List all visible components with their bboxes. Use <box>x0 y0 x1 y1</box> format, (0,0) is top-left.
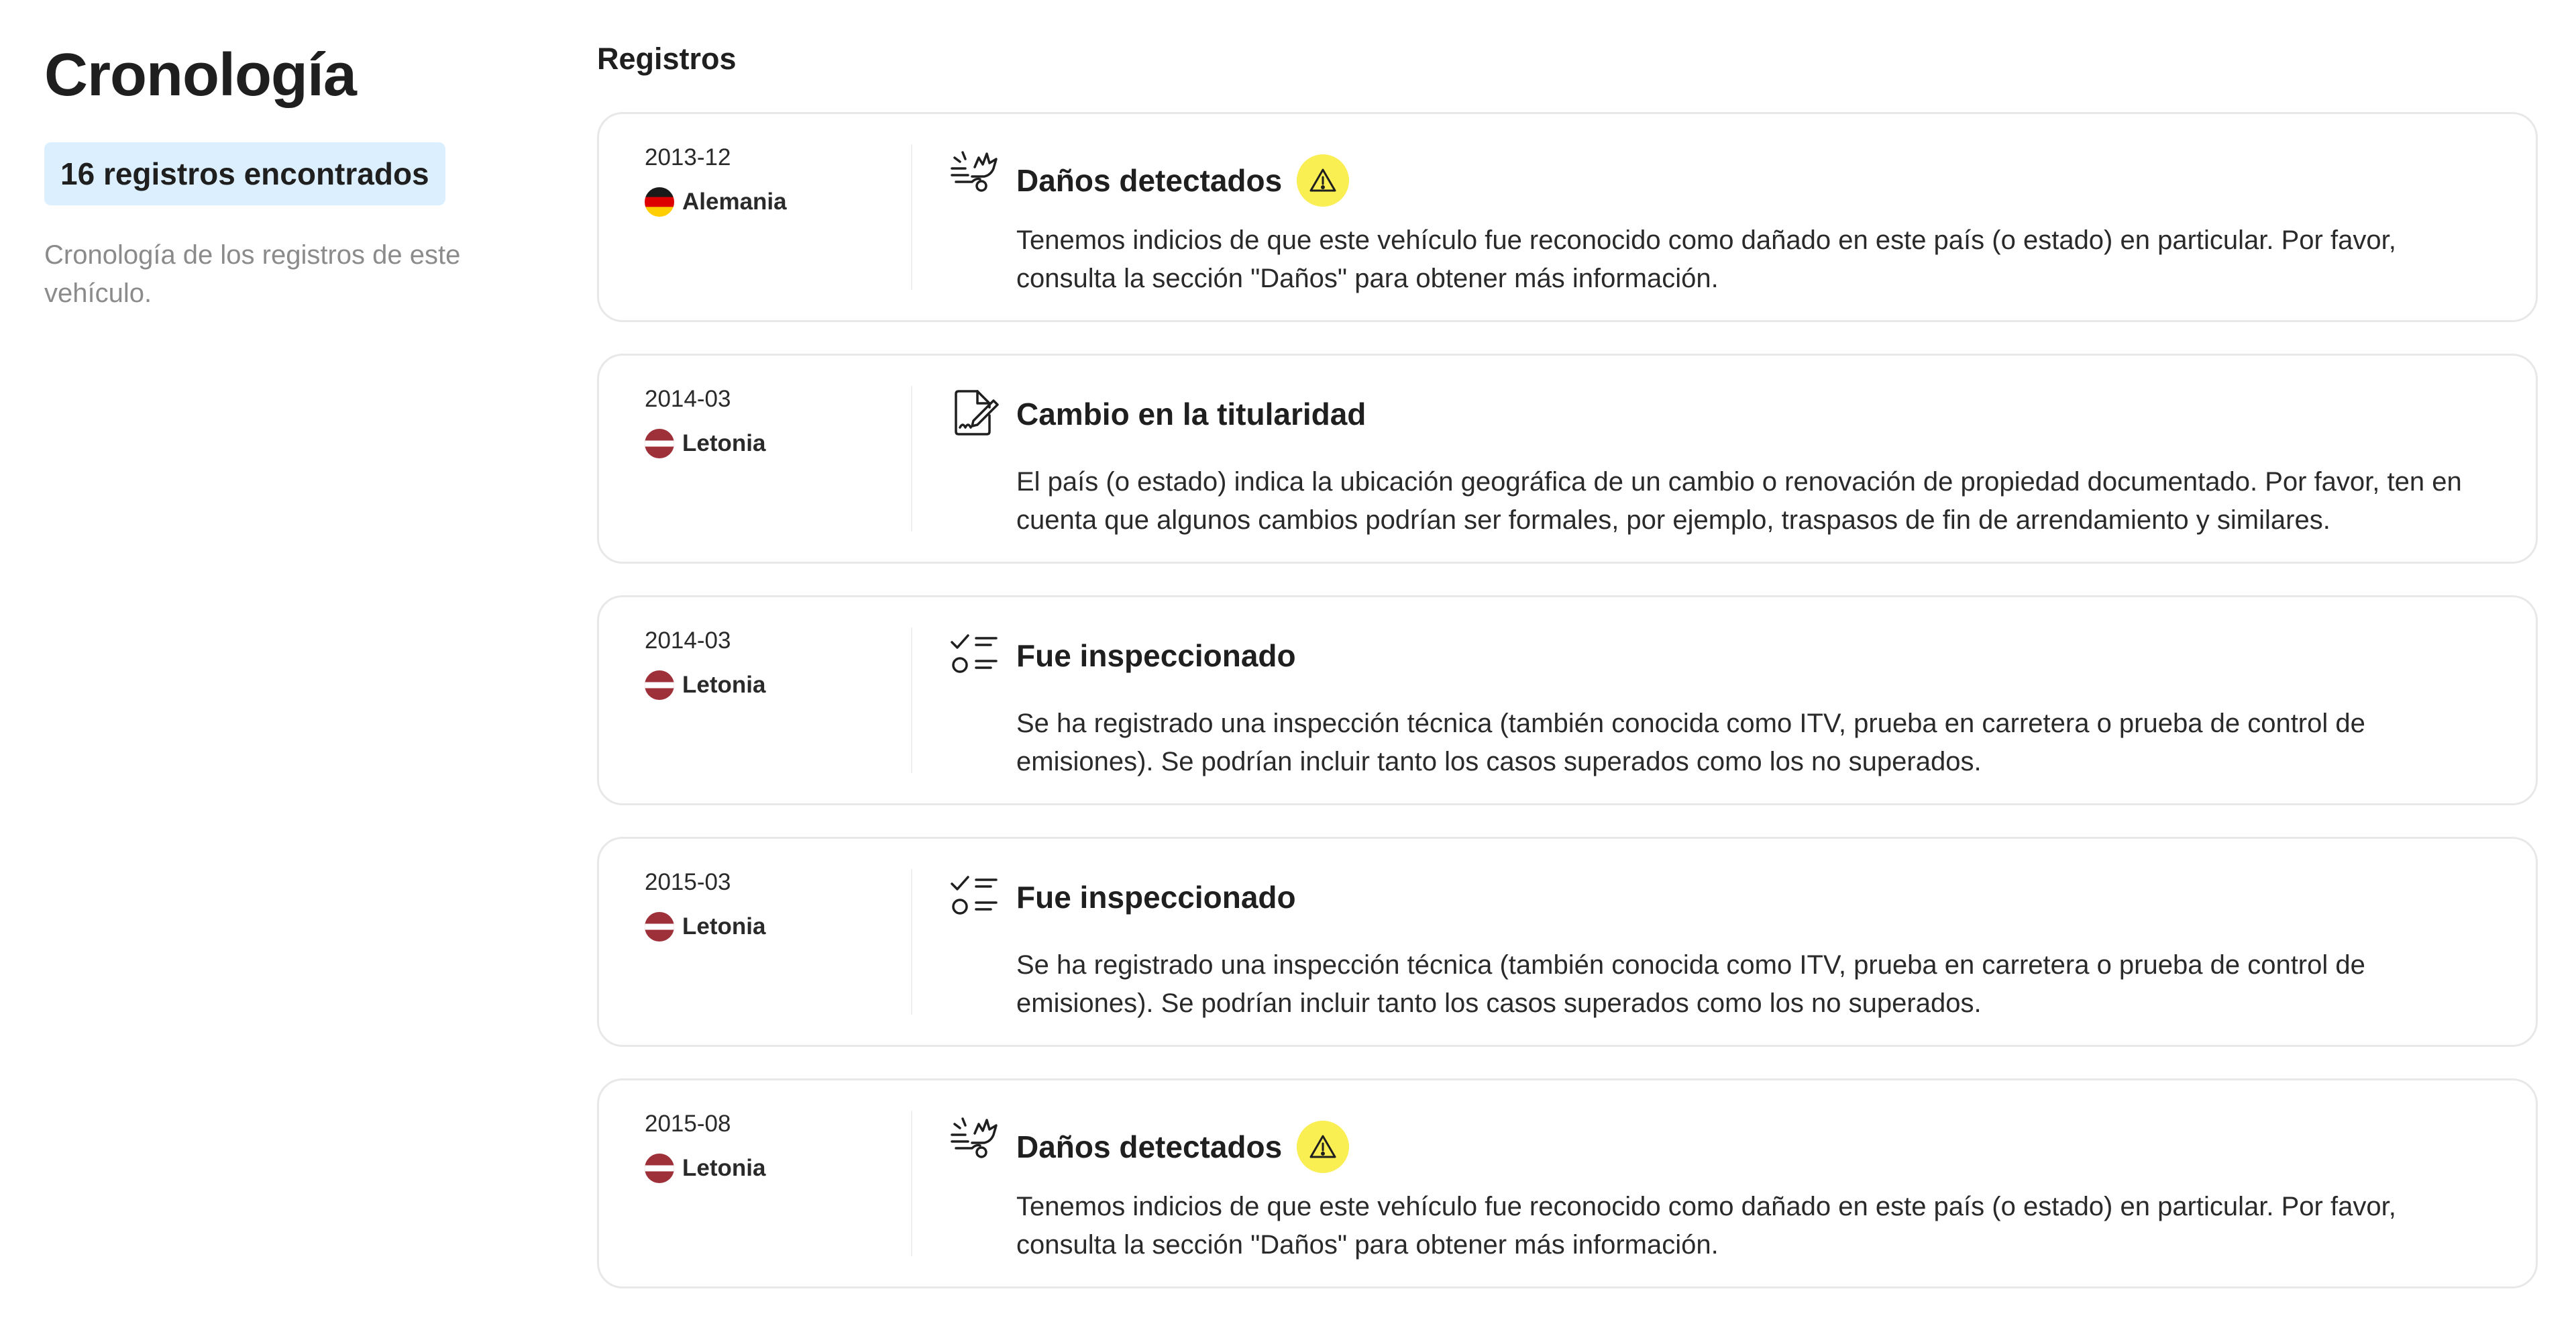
record-country: Letonia <box>645 670 906 700</box>
record-divider <box>911 869 912 1015</box>
damage-icon <box>948 1111 1002 1164</box>
warning-icon <box>1297 1121 1350 1173</box>
damage-icon <box>948 144 1002 198</box>
record-description: Tenemos indicios de que este vehículo fu… <box>1016 225 2396 293</box>
record-country: Letonia <box>645 912 906 942</box>
record-title: Fue inspeccionado <box>1016 879 1296 915</box>
record-date: 2015-03 <box>645 869 731 895</box>
record-title: Cambio en la titularidad <box>1016 396 1366 432</box>
latvia-flag-icon <box>645 670 674 700</box>
record-divider <box>911 627 912 773</box>
record-title: Daños detectados <box>1016 154 1350 207</box>
record-date: 2014-03 <box>645 386 731 412</box>
record-divider <box>911 386 912 531</box>
record-country: Alemania <box>645 187 906 217</box>
record-date: 2014-03 <box>645 627 731 654</box>
page-title: Cronología <box>44 42 357 109</box>
records-count-badge: 16 registros encontrados <box>44 142 445 205</box>
record-card: 2013-12 Alemania Daños detectados Tenemo… <box>597 112 2538 322</box>
germany-flag-icon <box>645 187 674 217</box>
record-meta: 2014-03 Letonia <box>645 627 906 700</box>
record-country-name: Letonia <box>682 913 766 940</box>
checklist-icon <box>948 627 1002 681</box>
record-title-text: Cambio en la titularidad <box>1016 397 1366 431</box>
record-card: 2014-03 Letonia Fue inspeccionado Se ha … <box>597 595 2538 805</box>
record-title-text: Daños detectados <box>1016 163 1283 198</box>
record-title: Fue inspeccionado <box>1016 638 1296 674</box>
record-divider <box>911 144 912 290</box>
record-date: 2013-12 <box>645 144 731 170</box>
latvia-flag-icon <box>645 429 674 458</box>
record-country-name: Letonia <box>682 672 766 698</box>
record-meta: 2015-03 Letonia <box>645 869 906 942</box>
records-list: 2013-12 Alemania Daños detectados Tenemo… <box>597 112 2538 1320</box>
record-title-text: Fue inspeccionado <box>1016 638 1296 673</box>
timeline-sidebar: Cronología 16 registros encontrados Cron… <box>44 39 514 313</box>
record-title-text: Daños detectados <box>1016 1129 1283 1164</box>
checklist-icon <box>948 869 1002 923</box>
record-meta: 2014-03 Letonia <box>645 386 906 458</box>
record-date: 2015-08 <box>645 1111 731 1137</box>
record-description: Tenemos indicios de que este vehículo fu… <box>1016 1192 2396 1260</box>
record-description: Se ha registrado una inspección técnica … <box>1016 950 2365 1018</box>
record-country-name: Letonia <box>682 1155 766 1181</box>
ownership-document-icon <box>948 386 1002 440</box>
record-description: Se ha registrado una inspección técnica … <box>1016 709 2365 776</box>
record-card: 2015-08 Letonia Daños detectados Tenemos… <box>597 1078 2538 1288</box>
warning-icon <box>1297 154 1350 207</box>
record-divider <box>911 1111 912 1256</box>
record-country: Letonia <box>645 1154 906 1183</box>
record-country: Letonia <box>645 429 906 458</box>
timeline-description: Cronología de los registros de este vehí… <box>44 240 461 308</box>
record-card: 2015-03 Letonia Fue inspeccionado Se ha … <box>597 837 2538 1047</box>
record-country-name: Letonia <box>682 430 766 456</box>
records-section-title: Registros <box>597 42 737 76</box>
record-meta: 2015-08 Letonia <box>645 1111 906 1183</box>
latvia-flag-icon <box>645 912 674 942</box>
record-country-name: Alemania <box>682 189 787 215</box>
record-card: 2014-03 Letonia Cambio en la titularidad… <box>597 354 2538 564</box>
record-title-text: Fue inspeccionado <box>1016 880 1296 915</box>
latvia-flag-icon <box>645 1154 674 1183</box>
timeline-page: Cronología 16 registros encontrados Cron… <box>0 0 2576 1304</box>
record-meta: 2013-12 Alemania <box>645 144 906 217</box>
record-description: El país (o estado) indica la ubicación g… <box>1016 467 2462 535</box>
record-title: Daños detectados <box>1016 1121 1350 1173</box>
